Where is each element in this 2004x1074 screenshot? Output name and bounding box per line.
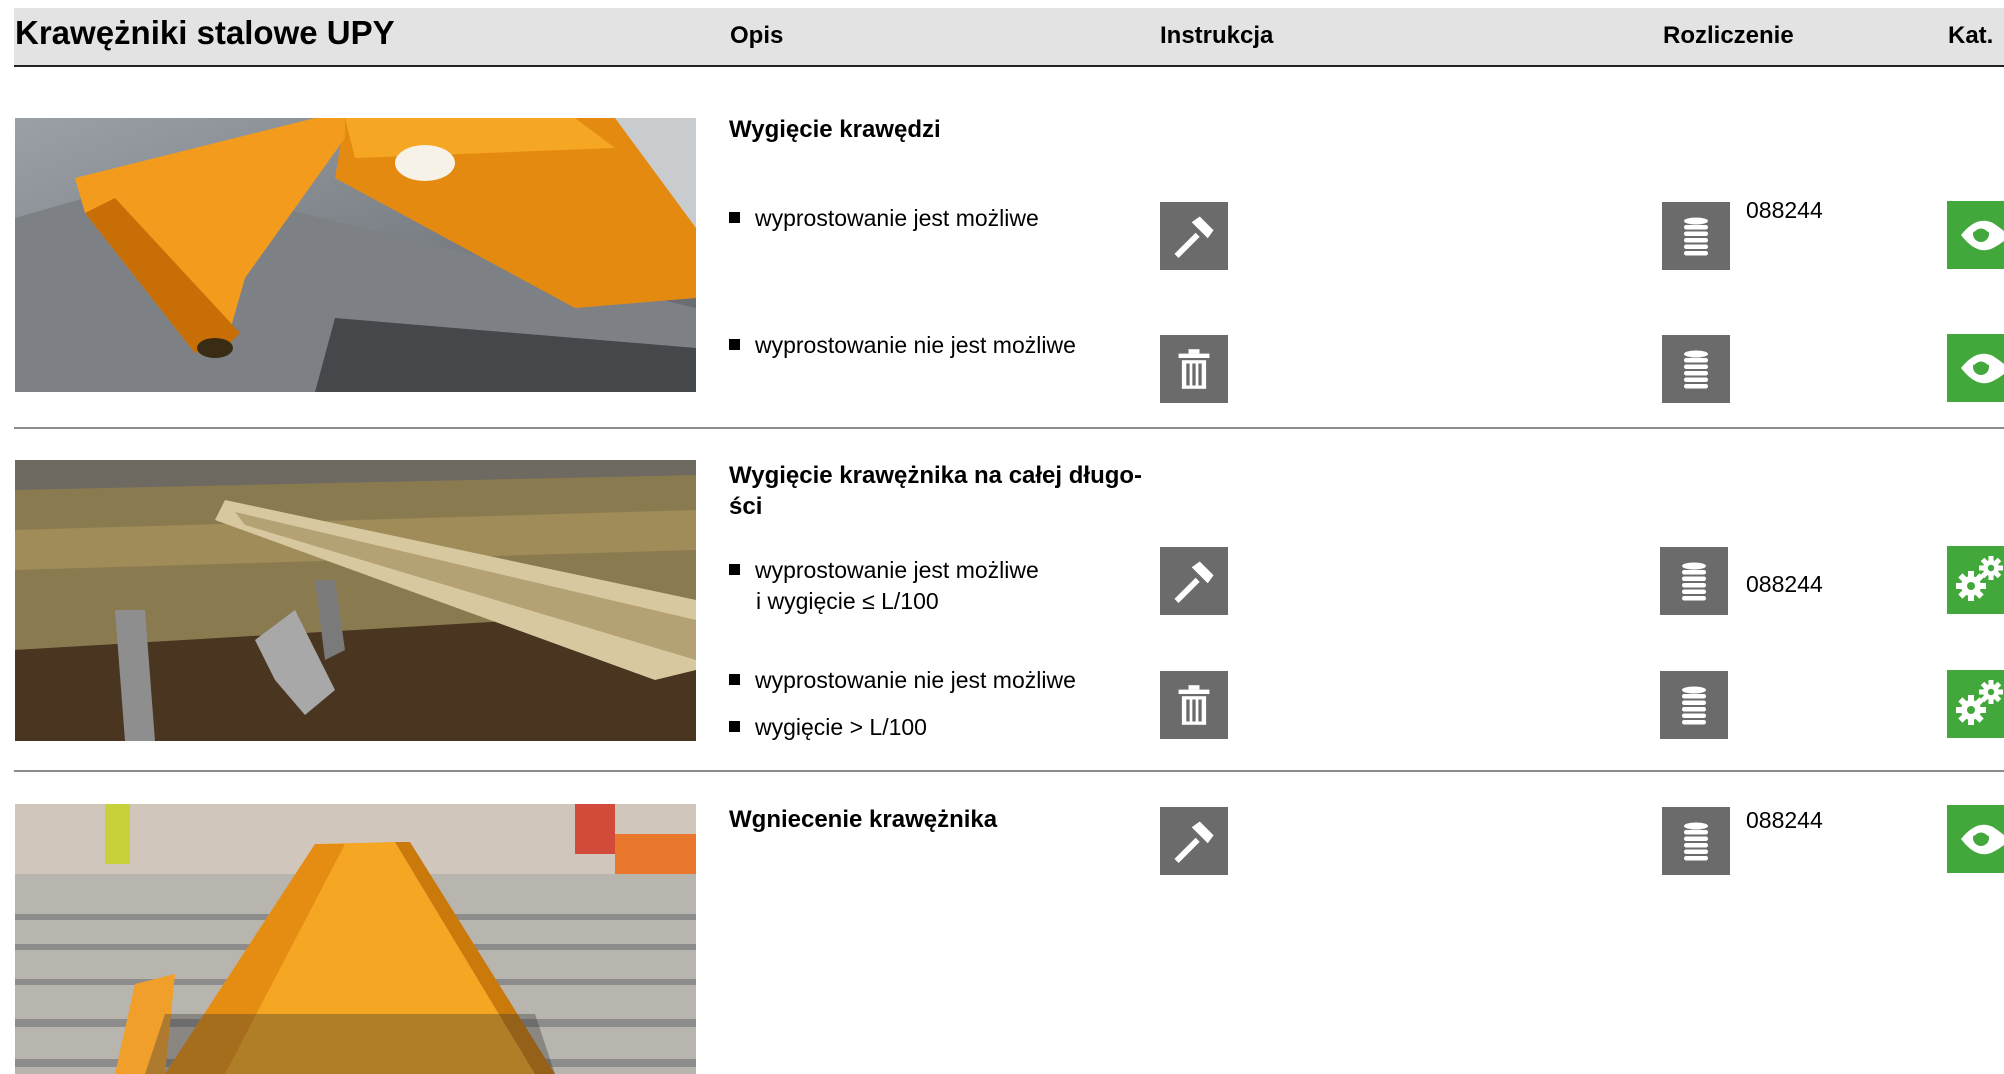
- bullet-item: wyprostowanie nie jest możliwe: [729, 330, 1076, 361]
- section-title: Wygięcie krawężnika na całej długo- ści: [729, 460, 1142, 522]
- column-header-instrukcja: Instrukcja: [1160, 22, 1274, 49]
- photo-dented-kerb: [15, 804, 696, 1074]
- gears-icon[interactable]: [1947, 670, 2004, 738]
- eye-icon[interactable]: [1947, 334, 2004, 402]
- bullet-marker: [729, 339, 740, 350]
- bullet-text: wygięcie > L/100: [755, 714, 927, 740]
- trash-icon[interactable]: [1160, 671, 1228, 739]
- coin-stack-icon[interactable]: [1662, 335, 1730, 403]
- hammer-icon[interactable]: [1160, 807, 1228, 875]
- bullet-text: wyprostowanie jest możliwe: [755, 557, 1039, 583]
- photo-bent-edge: [15, 118, 696, 392]
- column-header-rozliczenie: Rozliczenie: [1663, 22, 1794, 49]
- billing-code: 088244: [1746, 197, 1823, 223]
- bullet-marker: [729, 721, 740, 732]
- bullet-text: wyprostowanie nie jest możliwe: [755, 667, 1076, 693]
- bullet-item: wygięcie > L/100: [729, 712, 927, 743]
- bullet-item: wyprostowanie jest możliwe i wygięcie ≤ …: [729, 555, 1039, 617]
- billing-code: 088244: [1746, 807, 1823, 833]
- section-title-line: Wygięcie krawężnika na całej długo-: [729, 462, 1143, 489]
- coin-stack-icon[interactable]: [1662, 202, 1730, 270]
- bullet-marker: [729, 674, 740, 685]
- page-title: Krawężniki stalowe UPY: [15, 14, 395, 51]
- bullet-item: wyprostowanie jest możliwe: [729, 203, 1039, 234]
- coin-stack-icon[interactable]: [1662, 807, 1730, 875]
- coin-stack-icon[interactable]: [1660, 547, 1728, 615]
- bullet-text-continuation: i wygięcie ≤ L/100: [756, 588, 939, 614]
- bullet-text: wyprostowanie nie jest możliwe: [755, 332, 1076, 358]
- billing-code: 088244: [1746, 571, 1823, 597]
- column-header-opis: Opis: [730, 22, 784, 49]
- hammer-icon[interactable]: [1160, 202, 1228, 270]
- section-divider: [14, 427, 2004, 429]
- eye-icon[interactable]: [1947, 805, 2004, 873]
- trash-icon[interactable]: [1160, 335, 1228, 403]
- section-title-line: ści: [729, 493, 763, 520]
- bullet-item: wyprostowanie nie jest możliwe: [729, 665, 1076, 696]
- column-header-kat: Kat.: [1948, 22, 1994, 49]
- bullet-marker: [729, 212, 740, 223]
- coin-stack-icon[interactable]: [1660, 671, 1728, 739]
- bullet-text: wyprostowanie jest możliwe: [755, 205, 1039, 231]
- section-title: Wygięcie krawędzi: [729, 116, 941, 143]
- section-divider: [14, 770, 2004, 772]
- photo-bent-kerb: [15, 460, 696, 741]
- hammer-icon[interactable]: [1160, 547, 1228, 615]
- eye-icon[interactable]: [1947, 201, 2004, 269]
- section-title: Wgniecenie krawężnika: [729, 806, 998, 833]
- gears-icon[interactable]: [1947, 546, 2004, 614]
- bullet-marker: [729, 564, 740, 575]
